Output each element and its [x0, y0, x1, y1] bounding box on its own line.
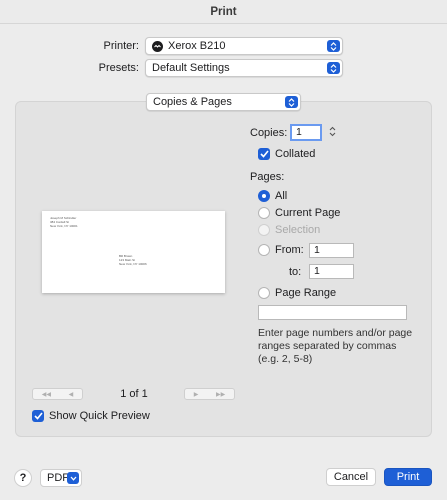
window-title: Print	[0, 0, 447, 24]
preview-recipient-text: Bill Brown 123 Main St New York, NY 1000…	[119, 254, 147, 266]
pages-current-label: Current Page	[275, 207, 341, 219]
presets-row: Presets: Default Settings	[0, 59, 343, 77]
section-popup[interactable]: Copies & Pages	[146, 93, 301, 111]
pages-range-option[interactable]: Page Range	[258, 287, 336, 299]
printer-popup[interactable]: Xerox B210	[145, 37, 343, 55]
updown-chevron-icon	[327, 62, 340, 74]
printer-label: Printer:	[103, 40, 139, 52]
presets-value: Default Settings	[152, 62, 230, 74]
pages-range-radio[interactable]	[258, 287, 270, 299]
print-button[interactable]: Print	[384, 468, 432, 486]
copies-stepper[interactable]	[327, 124, 337, 138]
cancel-button[interactable]: Cancel	[326, 468, 376, 486]
page-indicator: 1 of 1	[120, 388, 148, 400]
next-page-icon[interactable]: ▶	[194, 391, 199, 398]
presets-popup[interactable]: Default Settings	[145, 59, 343, 77]
presets-label: Presets:	[98, 62, 139, 74]
pages-from-label: From:	[275, 244, 304, 256]
pages-current-option[interactable]: Current Page	[258, 207, 340, 219]
collated-row[interactable]: Collated	[258, 148, 315, 160]
help-button[interactable]: ?	[14, 469, 32, 487]
previous-page-icon[interactable]: ◀	[69, 391, 74, 398]
pages-label: Pages:	[250, 171, 285, 183]
pages-from-option[interactable]: From:	[258, 244, 304, 256]
page-range-field[interactable]	[258, 305, 407, 320]
pages-selection-radio	[258, 224, 270, 236]
chevron-down-icon[interactable]	[67, 472, 79, 484]
pdf-button[interactable]: PDF	[40, 469, 82, 487]
pdf-label: PDF	[47, 472, 69, 484]
preview-nav-back[interactable]: ◀◀ ◀	[32, 388, 83, 400]
show-quick-preview-checkbox[interactable]	[32, 410, 44, 422]
pages-to-field[interactable]: 1	[309, 264, 354, 279]
section-value: Copies & Pages	[153, 96, 232, 108]
pages-all-radio[interactable]	[258, 190, 270, 202]
printer-icon	[152, 40, 163, 52]
updown-chevron-icon	[327, 40, 340, 52]
show-quick-preview-row[interactable]: Show Quick Preview	[32, 410, 150, 422]
page-range-help-text: Enter page numbers and/or page ranges se…	[258, 327, 413, 365]
printer-row: Printer: Xerox B210	[0, 37, 343, 55]
pages-all-option[interactable]: All	[258, 190, 287, 202]
pages-range-label: Page Range	[275, 287, 337, 299]
preview-sender-text: Joseph M Schindler 384 Cordell St New Yo…	[50, 216, 78, 228]
collated-label: Collated	[275, 148, 316, 160]
collated-checkbox[interactable]	[258, 148, 270, 160]
pages-selection-option: Selection	[258, 224, 320, 236]
copies-label: Copies:	[250, 127, 288, 139]
copies-field[interactable]: 1	[290, 124, 322, 141]
first-page-icon[interactable]: ◀◀	[42, 391, 51, 398]
pages-from-radio[interactable]	[258, 244, 270, 256]
show-quick-preview-label: Show Quick Preview	[49, 410, 150, 422]
pages-to-label: to:	[289, 266, 302, 278]
preview-nav-forward[interactable]: ▶ ▶▶	[184, 388, 235, 400]
last-page-icon[interactable]: ▶▶	[216, 391, 225, 398]
page-preview: Joseph M Schindler 384 Cordell St New Yo…	[42, 211, 225, 293]
updown-chevron-icon	[285, 96, 298, 108]
pages-current-radio[interactable]	[258, 207, 270, 219]
pages-selection-label: Selection	[275, 224, 321, 236]
pages-all-label: All	[275, 190, 288, 202]
pages-from-field[interactable]: 1	[309, 243, 354, 258]
printer-value: Xerox B210	[168, 40, 226, 52]
